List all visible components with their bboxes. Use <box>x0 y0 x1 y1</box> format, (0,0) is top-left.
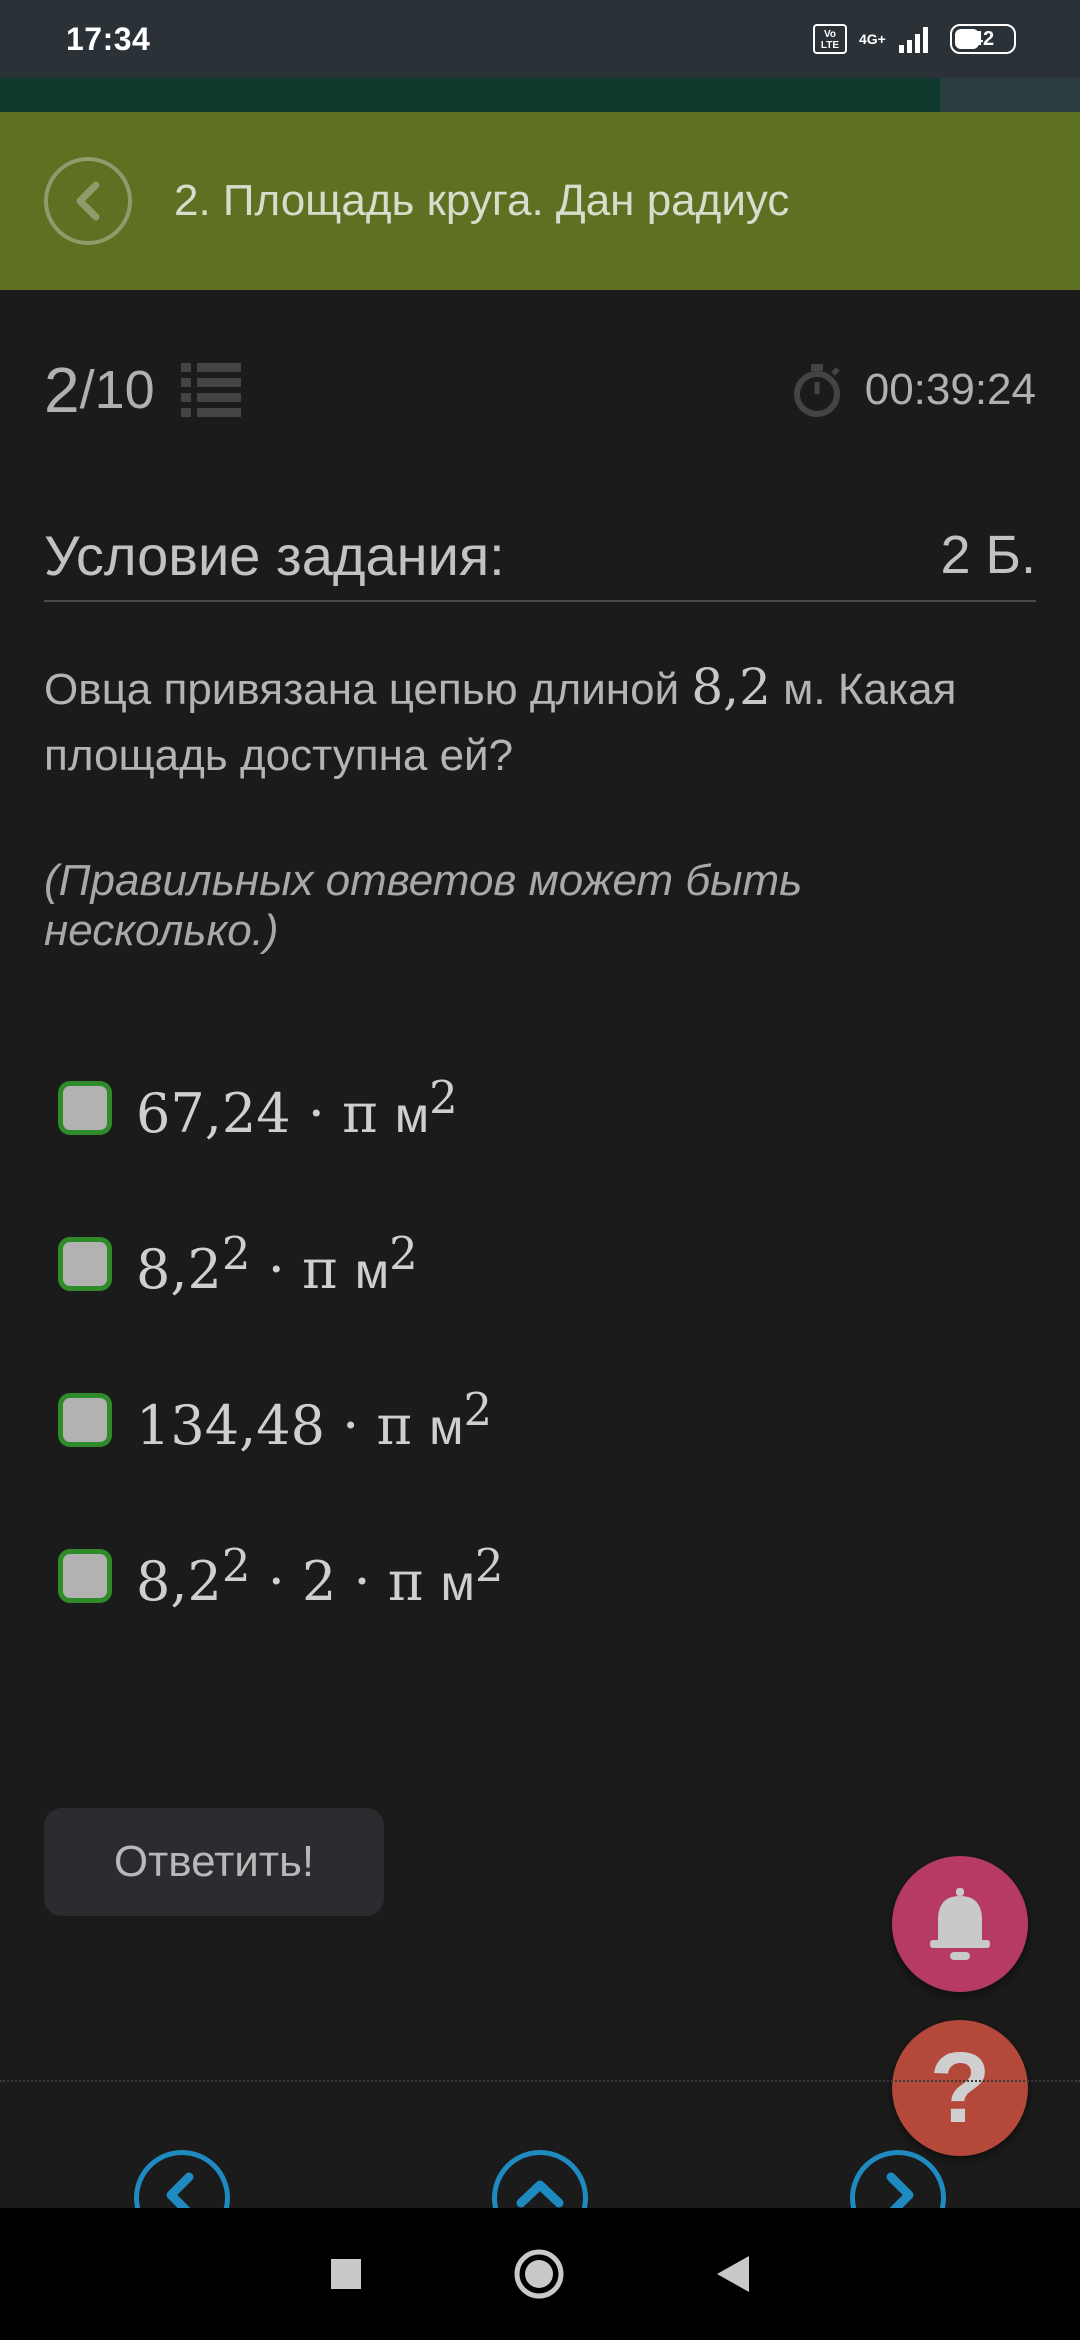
notification-button[interactable] <box>892 1856 1028 1992</box>
status-time: 17:34 <box>66 20 151 57</box>
option-formula: 8,22 · π м2 <box>136 1227 418 1301</box>
list-icon[interactable] <box>180 363 241 417</box>
task-hint: (Правильных ответов может быть несколько… <box>44 856 803 955</box>
checkbox[interactable] <box>58 1393 112 1447</box>
system-nav-bar <box>0 2208 1080 2340</box>
stopwatch-icon <box>793 364 840 417</box>
progress-current: 2 <box>44 354 80 426</box>
home-icon[interactable] <box>513 2248 565 2300</box>
app-header: 2. Площадь круга. Дан радиус <box>0 112 1080 290</box>
toolbar-strip <box>0 78 1080 112</box>
answer-option-4[interactable]: 8,22 · 2 · π м2 <box>58 1498 1036 1654</box>
volte-icon: Vo LTE <box>813 24 847 54</box>
back-icon[interactable] <box>715 2254 751 2294</box>
back-button[interactable] <box>44 157 132 245</box>
recents-icon[interactable] <box>329 2257 363 2291</box>
network-type-label: 4G+ <box>859 31 886 47</box>
timer: 00:39:24 <box>791 362 1036 418</box>
progress-total: /10 <box>79 360 155 420</box>
question-mark-icon: ? <box>929 2031 991 2144</box>
task-text-before: Овца привязана цепью длиной <box>44 665 692 714</box>
condition-header: Условие задания: 2 Б. <box>44 510 1036 602</box>
answer-option-2[interactable]: 8,22 · π м2 <box>58 1186 1036 1342</box>
checkbox[interactable] <box>58 1237 112 1291</box>
option-formula: 67,24 · π м2 <box>136 1071 458 1145</box>
timer-text: 00:39:24 <box>864 365 1036 414</box>
submit-button[interactable]: Ответить! <box>44 1808 384 1916</box>
answer-options: 67,24 · π м2 8,22 · π м2 134,48 · π м2 8… <box>58 1030 1036 1654</box>
progress-row: 2 /10 00:39:24 <box>44 350 1036 430</box>
task-text: Овца привязана цепью длиной 8,2 м. Какая… <box>44 654 1036 789</box>
checkbox[interactable] <box>58 1081 112 1135</box>
answer-option-3[interactable]: 134,48 · π м2 <box>58 1342 1036 1498</box>
answer-option-1[interactable]: 67,24 · π м2 <box>58 1030 1036 1186</box>
chevron-left-icon <box>76 181 100 221</box>
status-bar: 17:34 Vo LTE 4G+ 42 <box>0 0 1080 78</box>
option-formula: 8,22 · 2 · π м2 <box>136 1539 504 1613</box>
battery-level: 42 <box>971 27 995 50</box>
condition-title: Условие задания: <box>44 523 505 587</box>
battery-icon: 42 <box>950 24 1016 54</box>
page-title: 2. Площадь круга. Дан радиус <box>174 176 790 225</box>
progress-counter: 2 /10 <box>44 353 241 427</box>
option-formula: 134,48 · π м2 <box>136 1383 493 1457</box>
divider <box>0 2080 1080 2082</box>
bell-icon <box>930 1888 990 1960</box>
signal-icon <box>899 25 928 53</box>
status-icons: Vo LTE 4G+ 42 <box>813 24 1016 54</box>
task-length: 8,2 <box>691 658 771 716</box>
help-button[interactable]: ? <box>892 2020 1028 2156</box>
checkbox[interactable] <box>58 1549 112 1603</box>
condition-points: 2 Б. <box>940 525 1036 585</box>
